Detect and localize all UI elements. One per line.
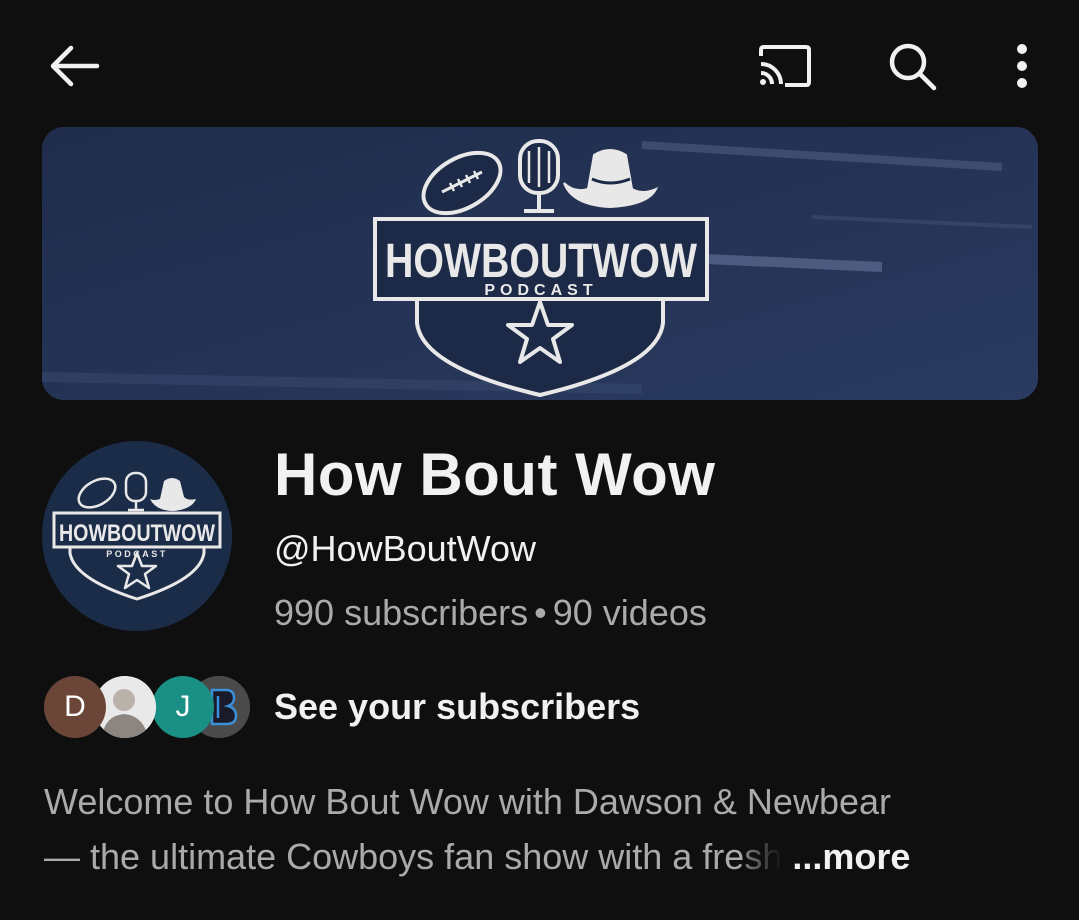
avatar-logo: HOWBOUTWOW PODCAST: [42, 441, 232, 631]
more-link[interactable]: ...more: [792, 836, 910, 877]
video-count: 90 videos: [552, 592, 707, 633]
description-line-2: — the ultimate Cowboys fan show with a f…: [44, 829, 1024, 884]
subscriber-avatar: J: [152, 676, 214, 738]
description-line-text: — the ultimate Cowboys fan show with a f…: [44, 836, 783, 877]
channel-description[interactable]: Welcome to How Bout Wow with Dawson & Ne…: [44, 774, 1024, 884]
channel-handle: @HowBoutWow: [274, 528, 536, 569]
search-button[interactable]: [880, 34, 944, 98]
search-icon: [889, 43, 937, 91]
avatar-logo-subtitle: PODCAST: [106, 549, 168, 559]
more-vertical-icon: [1017, 44, 1027, 88]
stats-separator: •: [534, 592, 547, 633]
back-button[interactable]: [38, 34, 108, 98]
channel-avatar[interactable]: HOWBOUTWOW PODCAST: [42, 441, 232, 631]
see-subscribers-button[interactable]: D J See your subscribers: [44, 676, 640, 738]
channel-name: How Bout Wow: [274, 441, 716, 508]
subscriber-count: 990 subscribers: [274, 592, 529, 633]
subscriber-avatar: D: [44, 676, 106, 738]
channel-banner: HOWBOUTWOW PODCAST: [42, 127, 1038, 400]
banner-logo-title: HOWBOUTWOW: [385, 235, 698, 288]
top-app-bar: [0, 0, 1079, 130]
cast-icon: [759, 45, 811, 87]
cast-button[interactable]: [752, 36, 818, 96]
subscriber-avatars: D J: [44, 676, 250, 738]
description-line: Welcome to How Bout Wow with Dawson & Ne…: [44, 781, 892, 822]
avatar-logo-title: HOWBOUTWOW: [59, 520, 215, 547]
banner-art: HOWBOUTWOW PODCAST: [42, 127, 1038, 400]
arrow-left-icon: [50, 45, 100, 87]
more-options-button[interactable]: [1000, 34, 1044, 98]
see-subscribers-label: See your subscribers: [274, 686, 641, 727]
description-fade: [742, 839, 783, 880]
banner-logo-subtitle: PODCAST: [484, 282, 597, 299]
channel-stats: 990 subscribers • 90 videos: [274, 592, 707, 634]
